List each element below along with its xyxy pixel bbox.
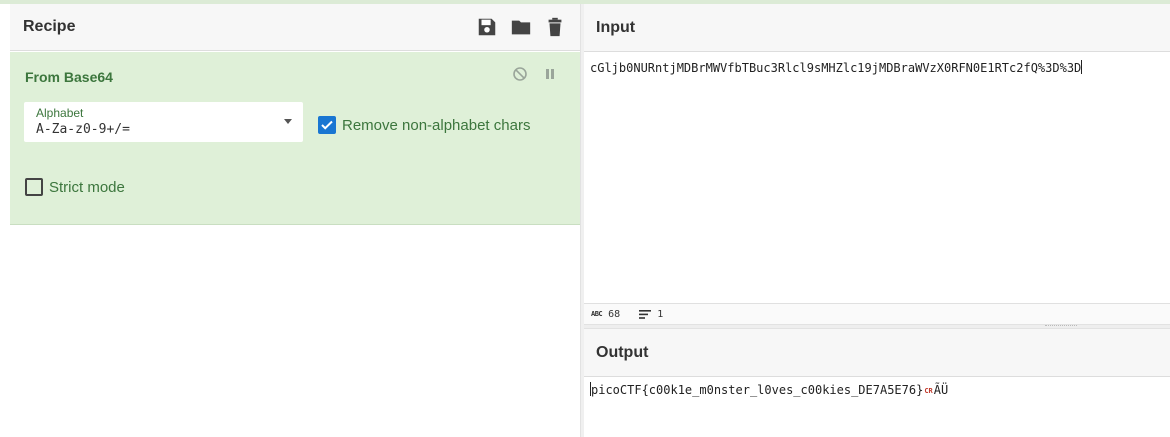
remove-non-alphabet-checkbox[interactable] — [318, 116, 336, 134]
folder-icon[interactable] — [510, 16, 532, 38]
input-textarea[interactable]: cGljb0NURntjMDBrMWVfbTBuc3Rlcl9sMHZlc19j… — [590, 60, 1083, 75]
strict-mode-label: Strict mode — [49, 178, 125, 196]
alphabet-label: Alphabet — [36, 106, 84, 120]
output-header: Output — [584, 329, 1170, 377]
input-lines: 1 — [657, 308, 664, 320]
disable-icon[interactable] — [512, 66, 528, 82]
output-text: picoCTF{c00k1e_m0nster_l0ves_c00kies_DE7… — [591, 383, 924, 397]
abc-icon: ABC — [591, 310, 603, 318]
length-indicator: ABC 68 — [591, 309, 620, 320]
operation-from-base64[interactable]: From Base64 Alphabet A-Za-z0-9+/= Remove — [10, 52, 580, 225]
chevron-down-icon — [284, 119, 292, 124]
pause-icon[interactable] — [542, 66, 558, 82]
alphabet-value: A-Za-z0-9+/= — [36, 122, 130, 137]
text-cursor — [1081, 60, 1083, 74]
strict-mode-option[interactable]: Strict mode — [25, 178, 125, 196]
lines-icon — [639, 309, 652, 319]
input-length: 68 — [608, 308, 621, 320]
output-title: Output — [596, 343, 649, 361]
recipe-pane: Recipe From Base64 Alphabet A-Za-z0-9+/=… — [10, 4, 580, 437]
recipe-title: Recipe — [23, 18, 76, 35]
trash-icon[interactable] — [544, 16, 566, 38]
lines-indicator: 1 — [639, 309, 663, 320]
remove-non-alphabet-option[interactable]: Remove non-alphabet chars — [318, 116, 530, 134]
save-icon[interactable] — [476, 16, 498, 38]
resize-grip[interactable] — [1045, 325, 1077, 328]
remove-non-alphabet-label: Remove non-alphabet chars — [342, 116, 531, 134]
input-text: cGljb0NURntjMDBrMWVfbTBuc3Rlcl9sMHZlc19j… — [590, 61, 1082, 75]
operation-title: From Base64 — [25, 69, 113, 85]
output-textarea[interactable]: picoCTF{c00k1e_m0nster_l0ves_c00kies_DE7… — [590, 382, 948, 397]
input-pane: Input cGljb0NURntjMDBrMWVfbTBuc3Rlcl9sMH… — [584, 4, 1170, 324]
output-trailing: ÃÜ — [933, 383, 949, 397]
input-header: Input — [584, 4, 1170, 52]
input-status-bar: ABC 68 1 — [584, 303, 1170, 324]
strict-mode-checkbox[interactable] — [25, 178, 43, 196]
alphabet-select[interactable]: Alphabet A-Za-z0-9+/= — [24, 102, 303, 142]
carriage-return-glyph: CR — [924, 387, 933, 395]
recipe-header-icons — [476, 16, 566, 38]
input-title: Input — [596, 18, 636, 36]
operation-controls — [512, 66, 558, 82]
recipe-header: Recipe — [10, 4, 580, 51]
output-pane: Output picoCTF{c00k1e_m0nster_l0ves_c00k… — [584, 329, 1170, 437]
checkmark-icon — [321, 120, 333, 130]
